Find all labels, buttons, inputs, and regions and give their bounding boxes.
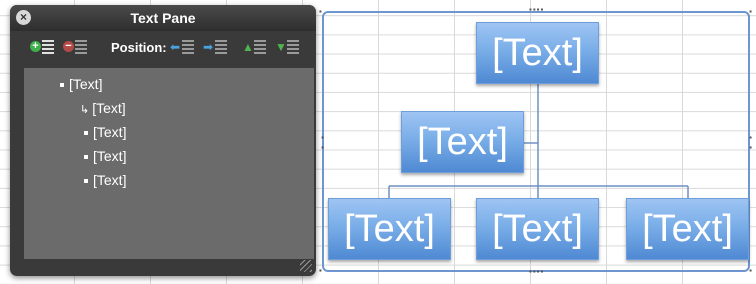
bullet-icon xyxy=(84,155,88,160)
arrow-left-list-icon: ⬅ xyxy=(170,40,181,54)
resize-handle-top[interactable]: ▪▪▪▪ xyxy=(529,6,544,14)
smartart-node-assistant[interactable]: [Text] xyxy=(401,111,524,173)
bullet-icon xyxy=(60,83,64,88)
outline-item[interactable]: [Text] xyxy=(84,172,126,188)
arrow-down-list-icon: ▼ xyxy=(275,40,287,54)
resize-handle-right[interactable]: ▪▪ xyxy=(746,133,755,153)
sub-arrow-icon: ↳ xyxy=(80,104,90,116)
resize-handle-left[interactable]: ▪▪ xyxy=(318,133,327,153)
plus-list-icon: + xyxy=(30,41,41,52)
resize-handle-bottom-left[interactable]: ▪ xyxy=(319,267,323,275)
remove-bullet-button[interactable]: − xyxy=(63,38,87,56)
smartart-node-child-3[interactable]: [Text] xyxy=(626,198,749,260)
text-pane: × Text Pane + − Position: ⬅ ➡ ▲ ▼ [Text]… xyxy=(10,5,316,276)
outline-item[interactable]: [Text] xyxy=(84,148,126,164)
arrow-up-list-icon: ▲ xyxy=(242,40,254,54)
text-pane-title: Text Pane xyxy=(130,10,196,26)
text-pane-titlebar[interactable]: × Text Pane xyxy=(10,5,316,31)
arrow-right-list-icon: ➡ xyxy=(203,40,214,54)
smartart-node-child-1[interactable]: [Text] xyxy=(328,198,451,260)
smartart-node-child-2[interactable]: [Text] xyxy=(476,198,599,260)
smartart-node-top[interactable]: [Text] xyxy=(476,22,599,84)
text-pane-outline[interactable]: [Text] ↳ [Text] [Text] [Text] [Text] xyxy=(24,68,314,259)
text-pane-toolbar: + − Position: ⬅ ➡ ▲ ▼ xyxy=(10,35,316,63)
position-label: Position: xyxy=(111,40,167,55)
outline-item[interactable]: [Text] xyxy=(84,124,126,140)
bullet-icon xyxy=(84,131,88,136)
promote-button[interactable]: ⬅ xyxy=(170,38,194,56)
resize-handle-bottom[interactable]: ▪▪▪▪ xyxy=(529,268,544,276)
resize-handle-bottom-right[interactable]: ▪ xyxy=(749,267,753,275)
resize-grip-icon[interactable] xyxy=(300,260,312,272)
add-bullet-button[interactable]: + xyxy=(30,38,54,56)
outline-item[interactable]: [Text] xyxy=(60,76,102,92)
move-up-button[interactable]: ▲ xyxy=(242,38,266,56)
demote-button[interactable]: ➡ xyxy=(203,38,227,56)
bullet-icon xyxy=(84,179,88,184)
resize-handle-top-right[interactable]: ▪ xyxy=(749,8,753,16)
resize-handle-top-left[interactable]: ▪ xyxy=(319,8,323,16)
minus-list-icon: − xyxy=(63,41,74,52)
move-down-button[interactable]: ▼ xyxy=(275,38,299,56)
outline-item[interactable]: ↳ [Text] xyxy=(80,100,126,116)
